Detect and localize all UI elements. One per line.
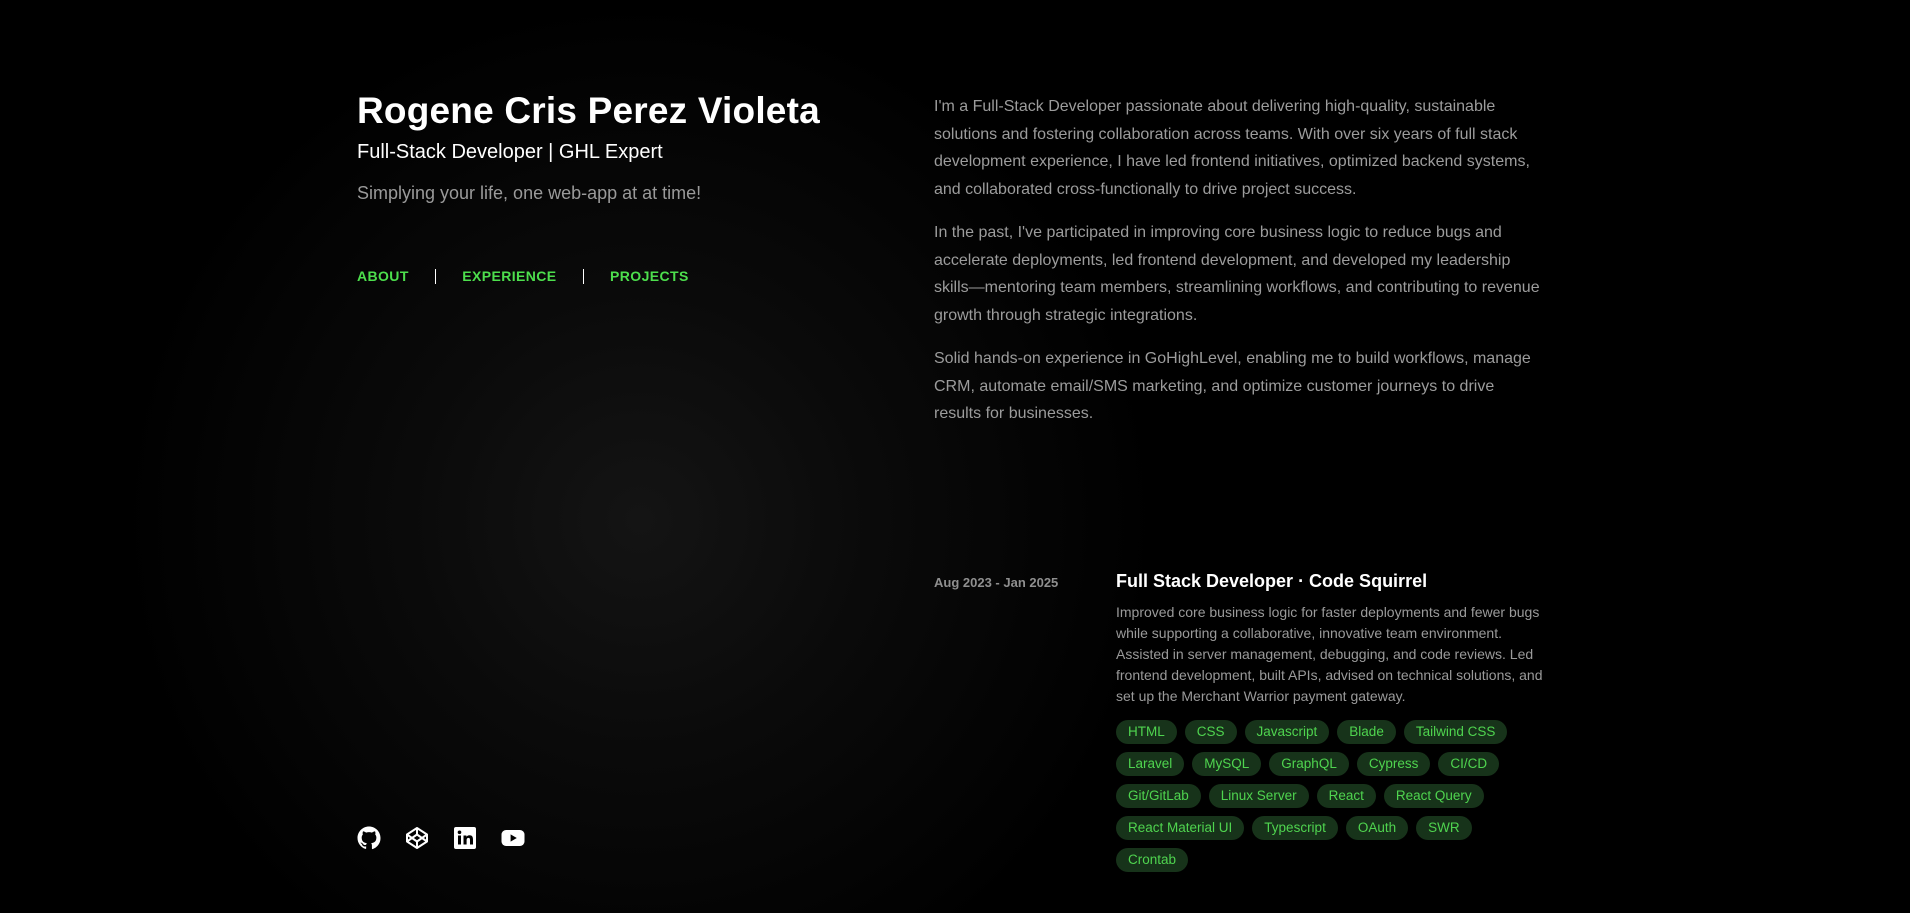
skill-tag: CI/CD (1438, 752, 1500, 776)
skill-tag: OAuth (1345, 816, 1409, 840)
codepen-icon[interactable] (405, 826, 429, 850)
skill-tag: Cypress (1356, 752, 1431, 776)
profile-role: Full-Stack Developer | GHL Expert (357, 141, 663, 163)
nav-divider (434, 268, 437, 284)
skill-tag: Git/GitLab (1116, 784, 1201, 808)
about-paragraph: Solid hands-on experience in GoHighLevel… (934, 350, 1531, 422)
skill-tag: HTML (1116, 720, 1177, 744)
about-paragraph: I'm a Full-Stack Developer passionate ab… (934, 98, 1530, 198)
youtube-icon[interactable] (501, 826, 525, 850)
skill-tag: Linux Server (1208, 784, 1309, 808)
skill-tag: Javascript (1244, 720, 1330, 744)
skill-tag: React Query (1383, 784, 1484, 808)
section-nav: ABOUT EXPERIENCE PROJECTS (357, 268, 689, 284)
social-links (357, 826, 525, 850)
experience-description: Improved core business logic for faster … (1116, 604, 1543, 704)
skill-tag: React (1316, 784, 1376, 808)
skill-tags: HTML CSS Javascript Blade Tailwind CSS L… (1116, 720, 1546, 872)
skill-tag: Laravel (1116, 752, 1185, 776)
experience-date: Aug 2023 - Jan 2025 (934, 575, 1059, 590)
skill-tag: Crontab (1116, 848, 1189, 872)
skill-tag: Blade (1337, 720, 1396, 744)
skill-tag: MySQL (1192, 752, 1262, 776)
skill-tag: CSS (1184, 720, 1237, 744)
nav-about-link[interactable]: ABOUT (357, 268, 409, 284)
skill-tag: Tailwind CSS (1403, 720, 1508, 744)
nav-projects-link[interactable]: PROJECTS (610, 268, 689, 284)
profile-tagline: Simplying your life, one web-app at at t… (357, 183, 702, 203)
skill-tag: GraphQL (1269, 752, 1349, 776)
nav-experience-link[interactable]: EXPERIENCE (462, 268, 556, 284)
about-section: I'm a Full-Stack Developer passionate ab… (934, 93, 1544, 444)
profile-name: Rogene Cris Perez Violeta (357, 90, 820, 131)
skill-tag: SWR (1416, 816, 1472, 840)
skill-tag: React Material UI (1116, 816, 1245, 840)
nav-divider (582, 268, 585, 284)
github-icon[interactable] (357, 826, 381, 850)
experience-title: Full Stack Developer · Code Squirrel (1116, 571, 1428, 591)
linkedin-icon[interactable] (453, 826, 477, 850)
profile-header: Rogene Cris Perez Violeta Full-Stack Dev… (357, 88, 877, 205)
skill-tag: Typescript (1252, 816, 1338, 840)
about-paragraph: In the past, I've participated in improv… (934, 224, 1540, 324)
